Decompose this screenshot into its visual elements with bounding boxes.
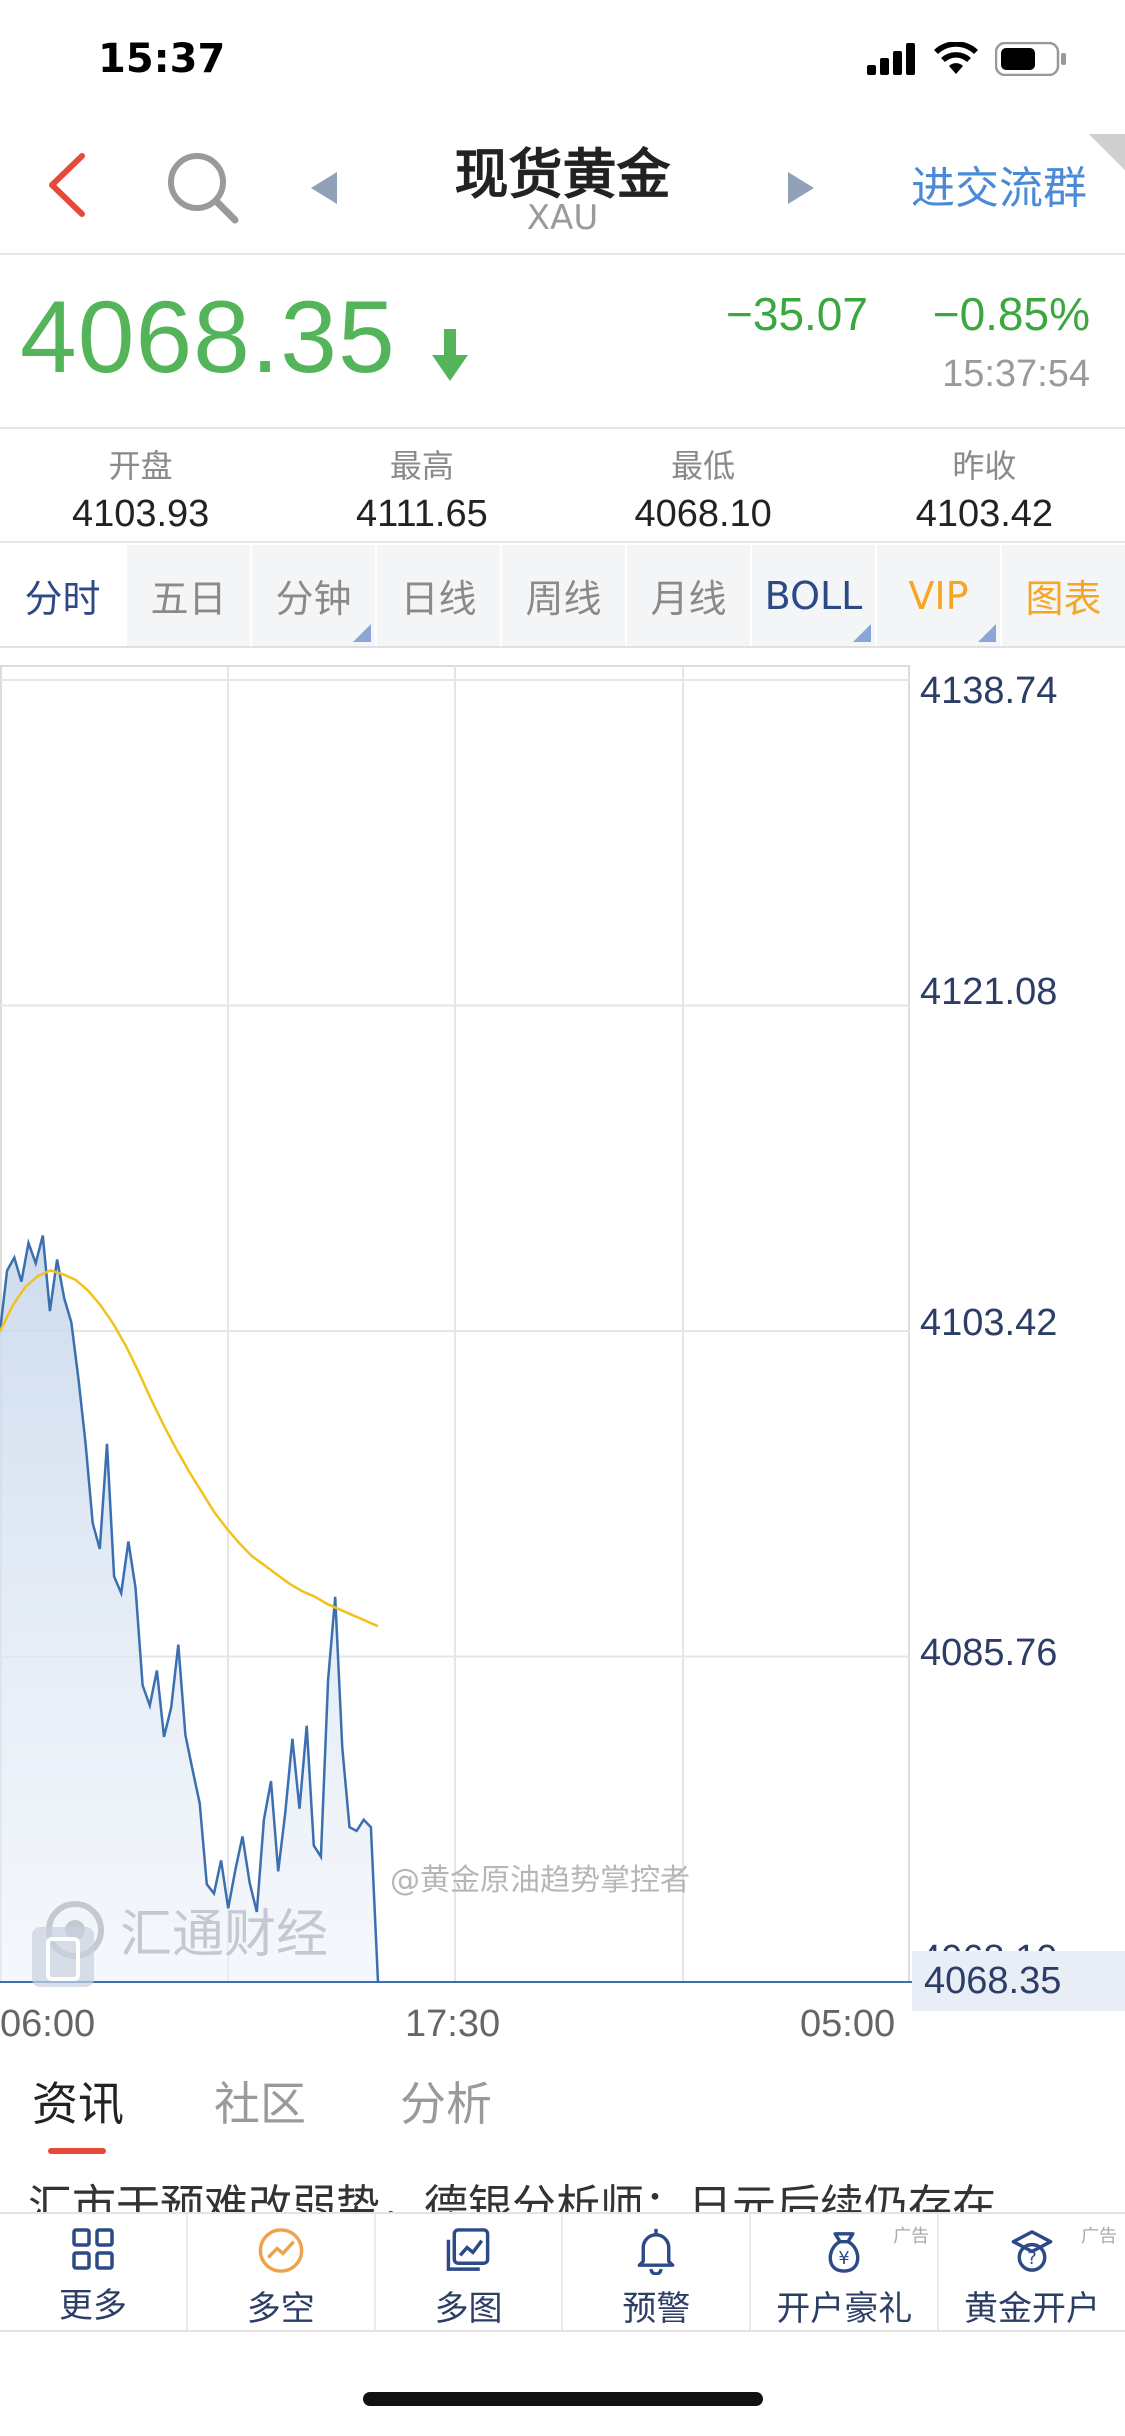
next-instrument-icon[interactable] [780, 168, 820, 208]
status-time: 15:37 [98, 36, 226, 82]
battery-icon [995, 42, 1066, 76]
current-price: 4068.35 [20, 280, 396, 394]
tab-analysis[interactable]: 分析 [400, 2068, 492, 2134]
tab-label: 分钟 [275, 577, 352, 621]
stat-value: 4103.93 [71, 493, 210, 535]
active-tab-indicator [48, 2148, 106, 2154]
stat-value: 4103.42 [915, 493, 1054, 535]
tab-label: VIP [908, 573, 969, 618]
news-tabs: 资讯 社区 分析 [0, 2068, 1125, 2154]
tab-monthly[interactable]: 月线 [625, 545, 750, 646]
stats-row: 开盘 4103.93 最高 4111.65 最低 4068.10 昨收 4103… [0, 431, 1125, 543]
stat-high: 最高 4111.65 [281, 431, 562, 541]
toolbar-label: 预警 [622, 2289, 691, 2329]
quote-panel: 4068.35 −35.07 −0.85% 15:37:54 [0, 257, 1125, 429]
wifi-icon [934, 42, 978, 74]
dropdown-corner-icon [853, 624, 871, 642]
y-tick-label: 4103.42 [920, 1302, 1058, 1344]
down-arrow-icon [432, 329, 468, 381]
trend-circle-icon [258, 2228, 304, 2273]
long-short-button[interactable]: 多空 [188, 2214, 376, 2330]
gold-account-button[interactable]: 广告 ? 黄金开户 [939, 2214, 1125, 2330]
quote-time: 15:37:54 [942, 353, 1090, 395]
money-bag-icon: ¥ [828, 2232, 860, 2273]
tab-community[interactable]: 社区 [214, 2068, 306, 2134]
tab-chart[interactable]: 图表 [1000, 545, 1125, 646]
tab-weekly[interactable]: 周线 [500, 545, 625, 646]
bottom-toolbar: 更多 多空 多图 预警 广告 ¥ 开户豪礼 广告 ? 黄金开户 [0, 2212, 1125, 2332]
signal-icon [867, 43, 915, 75]
tab-vip[interactable]: VIP [875, 545, 1000, 646]
tab-news[interactable]: 资讯 [32, 2068, 124, 2134]
status-bar: 15:37 [0, 0, 1125, 120]
svg-text:?: ? [1027, 2249, 1036, 2269]
ad-corner-tag [1089, 134, 1125, 170]
watermark-text: 汇通财经 [120, 1905, 329, 1965]
account-gift-button[interactable]: 广告 ¥ 开户豪礼 [751, 2214, 940, 2330]
grid-icon [72, 2228, 114, 2270]
bell-icon [638, 2228, 675, 2275]
more-button[interactable]: 更多 [0, 2214, 188, 2330]
dropdown-corner-icon [978, 624, 996, 642]
alert-button[interactable]: 预警 [563, 2214, 752, 2330]
tab-intraday[interactable]: 分时 [0, 545, 125, 646]
home-indicator [363, 2392, 763, 2406]
status-icons [867, 42, 1067, 76]
nav-header: 现货黄金 XAU 进交流群 [0, 120, 1125, 255]
y-tick-label: 4085.76 [920, 1632, 1058, 1674]
stat-label: 昨收 [952, 447, 1017, 485]
tab-label: BOLL [764, 573, 863, 618]
ad-tag: 广告 [1080, 2226, 1117, 2247]
current-price-tag: 4068.35 [912, 1951, 1125, 2011]
price-change: −35.07 [726, 288, 868, 340]
chart-tool-icon[interactable] [30, 1925, 96, 1989]
toolbar-label: 黄金开户 [964, 2289, 1101, 2329]
tab-five-day[interactable]: 五日 [125, 545, 250, 646]
toolbar-label: 开户豪礼 [776, 2289, 913, 2329]
x-tick-label: 17:30 [405, 2003, 501, 2045]
y-tick-label: 4138.74 [920, 670, 1058, 712]
toolbar-label: 多图 [434, 2289, 503, 2329]
dropdown-corner-icon [353, 624, 371, 642]
stat-label: 最高 [389, 447, 454, 485]
weibo-watermark: @黄金原油趋势掌控者 [390, 1863, 690, 1898]
multi-chart-button[interactable]: 多图 [376, 2214, 564, 2330]
y-tick-label: 4121.08 [920, 971, 1058, 1013]
stat-label: 开盘 [108, 447, 173, 485]
chart-canvas [0, 665, 912, 1983]
price-area [0, 1235, 378, 1982]
join-group-button[interactable]: 进交流群 [911, 152, 1087, 216]
stat-label: 最低 [671, 447, 736, 485]
x-tick-label: 06:00 [0, 2003, 96, 2045]
tab-minute[interactable]: 分钟 [250, 545, 375, 646]
svg-text:¥: ¥ [839, 2249, 850, 2269]
multi-chart-icon [446, 2228, 489, 2271]
gold-help-icon: ? [1011, 2230, 1053, 2272]
stat-prev-close: 昨收 4103.42 [844, 431, 1125, 541]
ad-tag: 广告 [893, 2226, 930, 2247]
price-change-percent: −0.85% [932, 288, 1090, 340]
stat-value: 4068.10 [634, 493, 772, 535]
toolbar-label: 多空 [246, 2289, 315, 2329]
tab-daily[interactable]: 日线 [375, 545, 500, 646]
period-tabs: 分时 五日 分钟 日线 周线 月线 BOLL VIP 图表 [0, 545, 1125, 648]
x-tick-label: 05:00 [800, 2003, 896, 2045]
stat-value: 4111.65 [356, 493, 488, 535]
stat-open: 开盘 4103.93 [0, 431, 281, 541]
tab-boll[interactable]: BOLL [750, 545, 875, 646]
stat-low: 最低 4068.10 [563, 431, 844, 541]
toolbar-label: 更多 [58, 2286, 127, 2326]
intraday-chart[interactable]: 4138.74 4121.08 4103.42 4085.76 4068.10 … [0, 660, 1125, 2045]
